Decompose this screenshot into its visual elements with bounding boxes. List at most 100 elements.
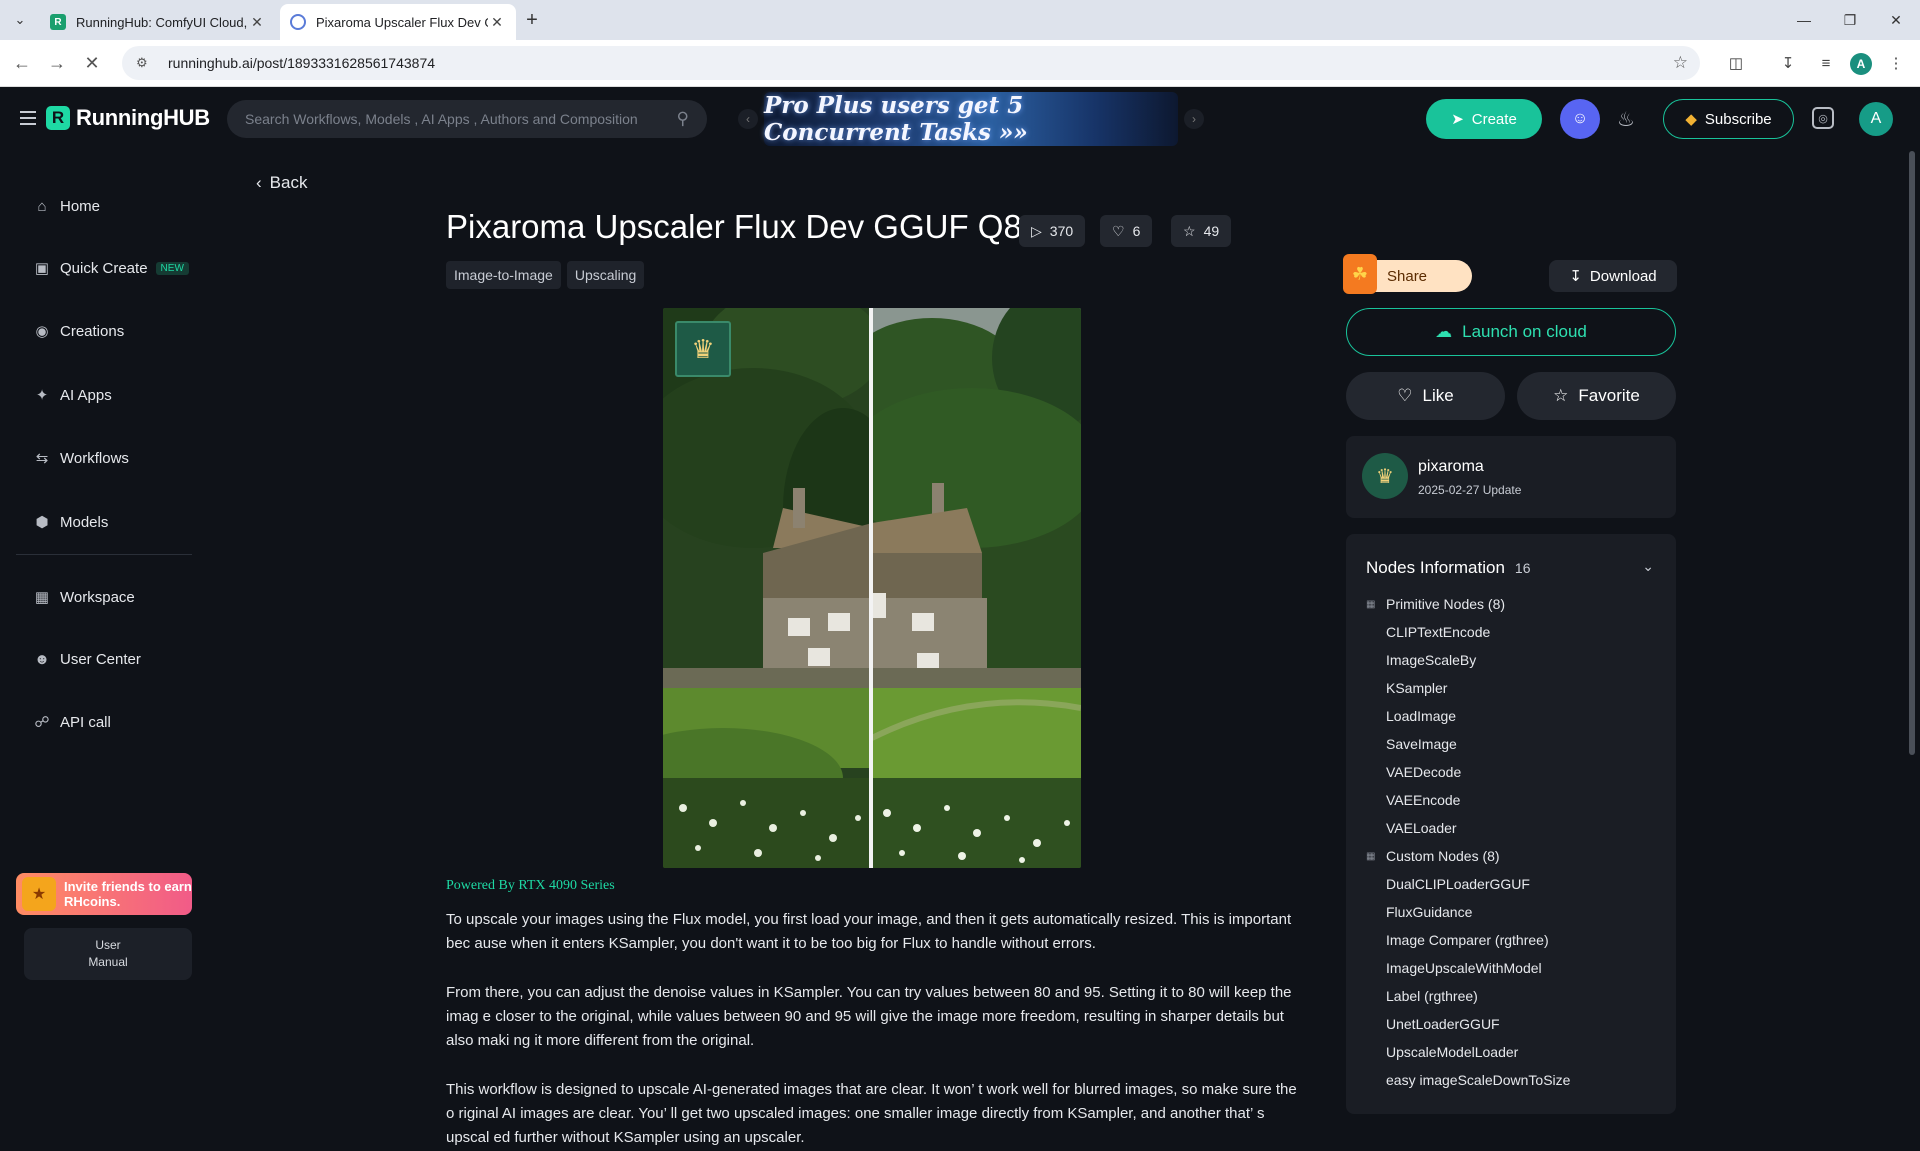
star-icon: ☆ — [1183, 222, 1196, 239]
compare-slider-handle[interactable] — [869, 308, 873, 868]
author-name[interactable]: pixaroma — [1418, 458, 1484, 476]
hamburger-menu-icon[interactable] — [20, 111, 36, 125]
list-item: UnetLoaderGGUF — [1386, 1016, 1500, 1032]
nodes-information-panel: Nodes Information 16 ⌄ ▦ Primitive Nodes… — [1346, 534, 1676, 1114]
run-count: 370 — [1049, 223, 1074, 239]
quick-create-icon: ▣ — [34, 260, 50, 277]
restore-icon[interactable]: ❐ — [1838, 8, 1862, 32]
sidebar-item-label: Workflows — [60, 449, 129, 467]
description-paragraph: From there, you can adjust the denoise v… — [446, 984, 1292, 1049]
forward-arrow-icon[interactable]: → — [45, 51, 69, 75]
browser-tab-runninghub[interactable]: R RunningHub: ComfyUI Cloud, C ✕ — [40, 4, 276, 40]
api-icon: ☍ — [34, 714, 50, 731]
sidebar-item-api-call[interactable]: ☍ API call — [32, 709, 110, 735]
language-icon[interactable]: ◎ — [1812, 107, 1834, 129]
search-icon[interactable]: ⚲ — [677, 109, 689, 129]
page-scrollbar[interactable] — [1908, 151, 1916, 1151]
browser-profile-avatar[interactable]: A — [1850, 53, 1872, 75]
sidebar-item-home[interactable]: ⌂ Home — [32, 193, 100, 219]
primitive-nodes-group[interactable]: ▦ Primitive Nodes (8) — [1366, 596, 1505, 612]
extensions-icon[interactable]: ◫ — [1724, 51, 1748, 75]
user-manual-button[interactable]: User Manual — [24, 928, 192, 980]
media-icon[interactable]: ≡ — [1814, 51, 1838, 75]
invite-friends-banner[interactable]: ★ Invite friends to earn RHcoins. — [16, 873, 192, 915]
tag-upscaling[interactable]: Upscaling — [566, 261, 645, 289]
sidebar-item-models[interactable]: ⬢ Models — [32, 509, 108, 535]
launch-on-cloud-button[interactable]: ☁ Launch on cloud — [1346, 308, 1676, 356]
tag-image-to-image[interactable]: Image-to-Image — [446, 261, 561, 289]
create-label: Create — [1471, 110, 1517, 128]
site-info-icon[interactable]: ⚙ — [136, 55, 154, 71]
notification-bell-icon[interactable]: ♨ — [1617, 107, 1635, 132]
list-item: ImageUpscaleWithModel — [1386, 960, 1542, 976]
loading-spinner-icon[interactable]: ✕ — [80, 51, 104, 75]
list-item: CLIPTextEncode — [1386, 624, 1491, 640]
new-tab-icon[interactable]: + — [520, 8, 544, 32]
custom-nodes-group[interactable]: ▦ Custom Nodes (8) — [1366, 848, 1500, 864]
author-card[interactable]: ♛ pixaroma 2025-02-27 Update — [1346, 436, 1676, 518]
chevron-down-icon[interactable]: ⌄ — [1642, 558, 1654, 575]
scrollbar-thumb[interactable] — [1909, 151, 1915, 755]
home-icon: ⌂ — [37, 197, 47, 215]
tab-search-icon[interactable]: ⌄ — [8, 8, 32, 32]
sidebar-item-label: Creations — [60, 322, 125, 340]
sidebar-item-creations[interactable]: ◉ Creations — [32, 318, 124, 344]
more-menu-icon[interactable]: ⋮ — [1884, 51, 1908, 75]
sidebar-item-workspace[interactable]: ▦ Workspace — [32, 584, 135, 610]
favorite-button[interactable]: ☆ Favorite — [1517, 372, 1676, 420]
workflow-preview-image[interactable]: ♛ — [663, 308, 1081, 868]
sidebar-item-ai-apps[interactable]: ✦ AI Apps — [32, 382, 112, 408]
site-header: R RunningHUB ⚲ ‹ Pro Plus users get 5 Co… — [0, 87, 1920, 151]
creations-icon: ◉ — [35, 323, 49, 340]
author-avatar[interactable]: ♛ — [1362, 453, 1408, 499]
nodes-count: 16 — [1514, 560, 1531, 576]
minimize-icon[interactable]: — — [1792, 8, 1816, 32]
discord-icon[interactable]: ☺ — [1560, 99, 1600, 139]
url-text[interactable]: runninghub.ai/post/1893331628561743874 — [168, 55, 435, 71]
list-item: UpscaleModelLoader — [1386, 1044, 1519, 1060]
close-icon[interactable]: ✕ — [248, 14, 266, 31]
star-icon: ☆ — [1553, 386, 1569, 405]
sidebar-item-workflows[interactable]: ⇆ Workflows — [32, 445, 129, 471]
subscribe-button[interactable]: ◆ Subscribe — [1663, 99, 1794, 139]
like-button[interactable]: ♡ Like — [1346, 372, 1505, 420]
banner-prev-icon[interactable]: ‹ — [738, 109, 758, 129]
group-label: Primitive Nodes (8) — [1386, 596, 1506, 612]
download-button[interactable]: ↧ Download — [1549, 260, 1677, 292]
site-logo[interactable]: R RunningHUB — [46, 105, 210, 131]
search-bar: ⚲ — [227, 100, 707, 138]
list-item: Label (rgthree) — [1386, 988, 1478, 1004]
window-close-icon[interactable]: ✕ — [1884, 8, 1908, 32]
back-arrow-icon[interactable]: ← — [10, 51, 34, 75]
node-group-icon: ▦ — [1366, 850, 1376, 862]
back-link[interactable]: ‹ Back — [256, 173, 307, 193]
banner-body[interactable]: Pro Plus users get 5 Concurrent Tasks »» — [764, 92, 1178, 146]
logo-text: RunningHUB — [76, 105, 210, 130]
bookmark-star-icon[interactable]: ☆ — [1673, 53, 1688, 73]
manual-line2: Manual — [88, 955, 128, 969]
workflows-icon: ⇆ — [35, 450, 49, 467]
nodes-header[interactable]: Nodes Information 16 — [1366, 558, 1530, 578]
preview-after-image — [872, 308, 1081, 868]
address-bar[interactable]: ⚙ runninghub.ai/post/1893331628561743874… — [122, 46, 1700, 80]
downloads-icon[interactable]: ↧ — [1776, 51, 1800, 75]
banner-next-icon[interactable]: › — [1184, 109, 1204, 129]
sidebar-item-quick-create[interactable]: ▣ Quick Create NEW — [32, 255, 189, 281]
sidebar-item-label: Workspace — [60, 588, 135, 606]
favorite-count: 49 — [1203, 223, 1220, 239]
share-button[interactable]: ☘ Share — [1343, 254, 1472, 294]
promo-banner[interactable]: ‹ Pro Plus users get 5 Concurrent Tasks … — [738, 92, 1204, 146]
ai-apps-icon: ✦ — [35, 387, 49, 404]
sidebar-item-user-center[interactable]: ☻ User Center — [32, 646, 141, 672]
gift-box-icon: ☘ — [1343, 254, 1377, 294]
user-avatar[interactable]: A — [1859, 102, 1893, 136]
diamond-icon: ◆ — [1685, 111, 1697, 128]
browser-tab-pixaroma[interactable]: Pixaroma Upscaler Flux Dev GG ✕ — [280, 4, 516, 40]
sidebar-item-label: Quick Create — [60, 259, 148, 277]
create-button[interactable]: ➤ Create — [1426, 99, 1542, 139]
node-group-icon: ▦ — [1366, 598, 1376, 610]
like-label: Like — [1422, 386, 1454, 405]
close-icon[interactable]: ✕ — [488, 14, 506, 31]
list-item: easy imageScaleDownToSize — [1386, 1072, 1571, 1088]
search-input[interactable] — [245, 111, 677, 127]
